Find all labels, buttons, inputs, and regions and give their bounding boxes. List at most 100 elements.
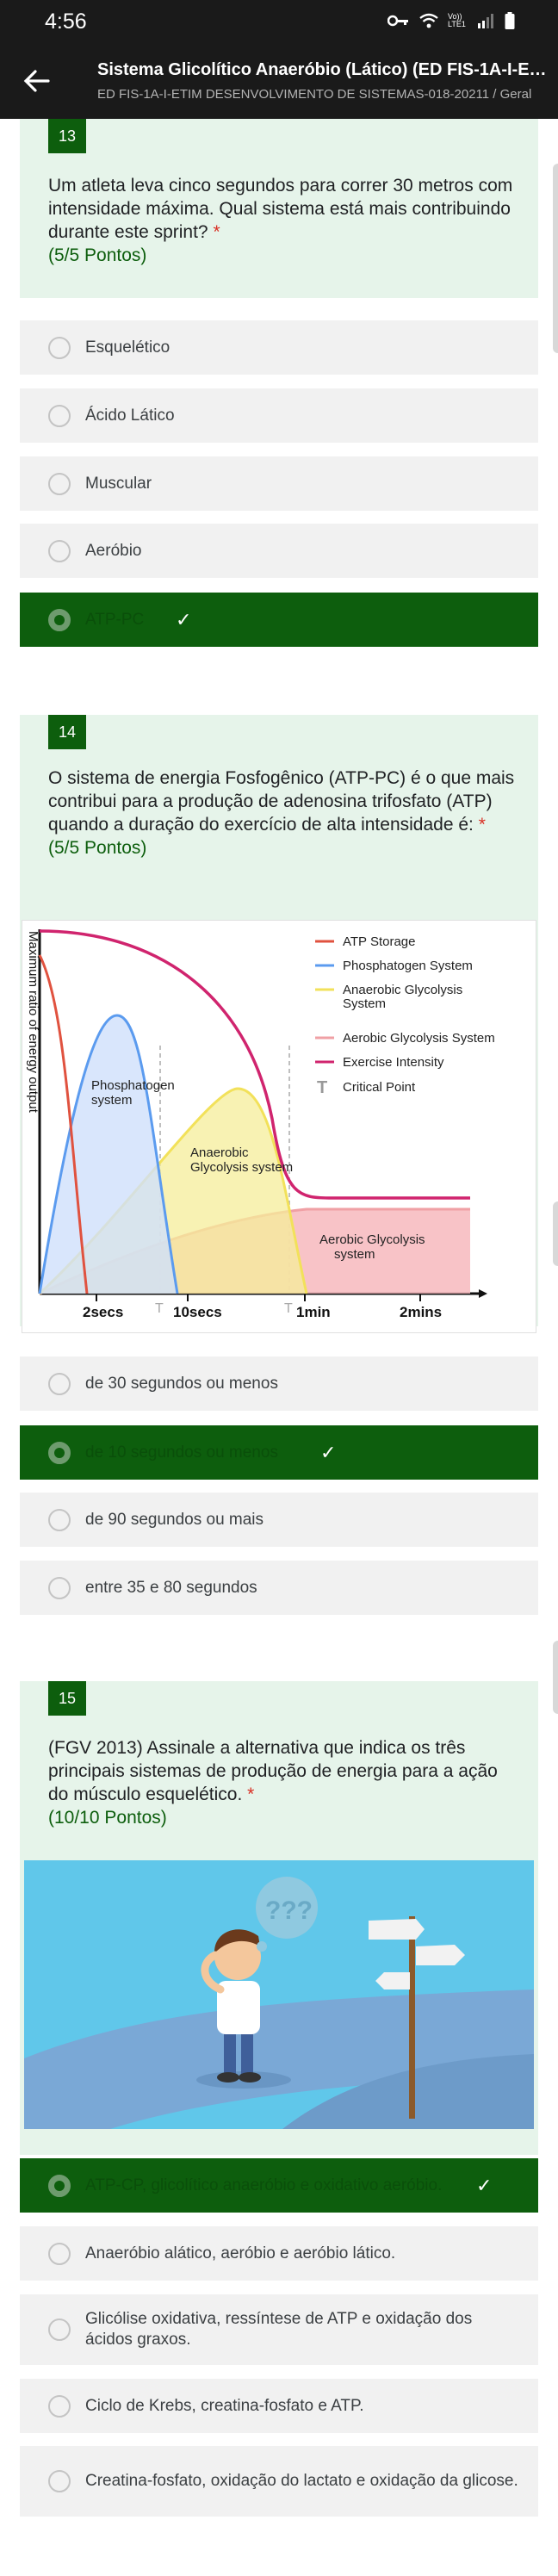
critical-point-marker: T — [284, 1301, 293, 1316]
area-label-line-2: system — [91, 1093, 133, 1108]
option-label: Muscular — [85, 474, 152, 493]
status-icons: Vo)) LTE1 — [388, 12, 515, 29]
scroll-edge-indicator — [553, 164, 558, 353]
question-illustration: ??? — [24, 1860, 534, 2129]
option-label: Ácido Lático — [85, 406, 175, 425]
option-glicolise-oxidativa[interactable]: Glicólise oxidativa, ressíntese de ATP e… — [20, 2294, 538, 2365]
option-selected-correct[interactable]: ATP-PC ✓ — [20, 593, 538, 647]
question-prompt: (FGV 2013) Assinale a alternativa que in… — [48, 1738, 498, 1804]
signpost-arrow — [369, 1919, 425, 1940]
person-shoe — [217, 2072, 239, 2083]
form-subtitle: ED FIS-1A-I-ETIM DESENVOLVIMENTO DE SIST… — [97, 87, 532, 102]
radio-button[interactable] — [48, 404, 71, 427]
network-label: Vo)) LTE1 — [448, 12, 466, 28]
option-label: de 30 segundos ou menos — [85, 1374, 278, 1393]
legend-entry: Phosphatogen System — [343, 959, 473, 973]
question-card-13: 13 Um atleta leva cinco segundos para co… — [20, 119, 538, 298]
option-label: ATP-PC — [85, 610, 145, 629]
option-label: Ciclo de Krebs, creatina-fosfato e ATP. — [85, 2396, 364, 2415]
person-shoe — [239, 2072, 261, 2083]
radio-button[interactable] — [48, 2394, 71, 2418]
question-number: 13 — [48, 119, 86, 153]
question-text: (FGV 2013) Assinale a alternativa que in… — [48, 1736, 522, 1829]
legend-entry: Anaerobic Glycolysis System — [343, 983, 462, 1011]
radio-button[interactable] — [48, 2470, 71, 2492]
option-label: Aeróbio — [85, 541, 142, 560]
legend-line-2: System — [343, 996, 386, 1011]
question-prompt: Um atleta leva cinco segundos para corre… — [48, 176, 513, 242]
x-tick-label: 10secs — [173, 1304, 222, 1320]
radio-button[interactable] — [48, 1508, 71, 1531]
question-text: Um atleta leva cinco segundos para corre… — [48, 174, 522, 267]
radio-button-selected[interactable] — [48, 2174, 71, 2197]
option-anaerobio-alatico[interactable]: Anaeróbio alático, aeróbio e aeróbio lát… — [20, 2226, 538, 2281]
check-icon: ✓ — [320, 1441, 337, 1463]
legend-line-1: Anaerobic Glycolysis — [343, 983, 462, 997]
signal-icon — [478, 14, 493, 28]
wifi-icon — [419, 13, 438, 28]
signpost-arrow — [416, 1945, 465, 1965]
x-tick-label: 2mins — [400, 1304, 442, 1320]
key-icon — [388, 15, 408, 27]
radio-button[interactable] — [48, 1576, 71, 1599]
option-label: ATP-CP, glicolítico anaeróbio e oxidativ… — [85, 2176, 443, 2194]
signpost-pole — [409, 1916, 415, 2119]
option-esqueletico[interactable]: Esquelético — [20, 320, 538, 375]
option-35-80-segundos[interactable]: entre 35 e 80 segundos — [20, 1561, 538, 1615]
option-ciclo-de-krebs[interactable]: Ciclo de Krebs, creatina-fosfato e ATP. — [20, 2379, 538, 2433]
y-axis-label: Maximum ratio of energy output — [26, 931, 40, 1114]
person-legs — [241, 2028, 253, 2076]
option-30-segundos[interactable]: de 30 segundos ou menos — [20, 1356, 538, 1411]
radio-button-selected[interactable] — [48, 1441, 71, 1464]
option-label: Creatina-fosfato, oxidação do lactato e … — [85, 2472, 518, 2490]
option-label: Glicólise oxidativa, ressíntese de ATP e… — [85, 2310, 473, 2349]
question-points: (5/5 Pontos) — [48, 838, 147, 858]
option-label: Esquelético — [85, 338, 170, 357]
radio-button[interactable] — [48, 472, 71, 495]
clock: 4:56 — [45, 9, 87, 34]
required-marker: * — [478, 815, 486, 835]
signpost-arrow — [375, 1972, 410, 1989]
question-marks: ??? — [265, 1896, 313, 1925]
app-bar: Sistema Glicolítico Anaeróbio (Lático) (… — [0, 45, 558, 119]
radio-button[interactable] — [48, 2318, 71, 2341]
radio-button[interactable] — [48, 539, 71, 562]
option-selected-correct[interactable]: de 10 segundos ou menos ✓ — [20, 1425, 538, 1480]
question-number: 15 — [48, 1681, 86, 1716]
question-number: 14 — [48, 715, 86, 749]
area-label-line-1: Aerobic Glycolysis — [319, 1232, 425, 1247]
scroll-edge-indicator — [553, 1641, 558, 1714]
legend-entry: Critical Point — [343, 1080, 416, 1095]
legend-entry: ATP Storage — [343, 934, 416, 949]
chart-svg: Maximum ratio of energy output 2secs 10s… — [26, 929, 495, 1320]
option-muscular[interactable]: Muscular — [20, 456, 538, 511]
option-aerobio[interactable]: Aeróbio — [20, 524, 538, 578]
option-creatina-fosfato[interactable]: Creatina-fosfato, oxidação do lactato e … — [20, 2446, 538, 2517]
scroll-edge-indicator — [553, 1201, 558, 1266]
radio-button[interactable] — [48, 336, 71, 359]
question-points: (5/5 Pontos) — [48, 245, 147, 265]
confused-person-crossroads-image: ??? — [24, 1877, 534, 2129]
option-acido-latico[interactable]: Ácido Lático — [20, 388, 538, 443]
critical-point-marker: T — [155, 1301, 164, 1316]
option-label: de 90 segundos ou mais — [85, 1510, 264, 1529]
option-selected-correct[interactable]: ATP-CP, glicolítico anaeróbio e oxidativ… — [20, 2158, 538, 2213]
question-points: (10/10 Pontos) — [48, 1808, 167, 1828]
option-label: de 10 segundos ou menos — [85, 1443, 278, 1462]
back-arrow-icon[interactable] — [19, 64, 53, 98]
radio-button[interactable] — [48, 1372, 71, 1395]
radio-button[interactable] — [48, 2242, 71, 2265]
option-label: Anaeróbio alático, aeróbio e aeróbio lát… — [85, 2244, 396, 2263]
area-label-line-1: Anaerobic — [190, 1145, 249, 1160]
form-title: Sistema Glicolítico Anaeróbio (Lático) (… — [97, 60, 554, 79]
required-marker: * — [247, 1785, 255, 1804]
area-label-line-1: Phosphatogen — [91, 1078, 175, 1093]
area-label-line-2: system — [334, 1247, 375, 1262]
radio-button-selected[interactable] — [48, 608, 71, 631]
energy-systems-chart: Maximum ratio of energy output 2secs 10s… — [22, 920, 536, 1333]
person-legs — [224, 2028, 236, 2076]
question-prompt: O sistema de energia Fosfogênico (ATP-PC… — [48, 768, 515, 835]
option-90-segundos[interactable]: de 90 segundos ou mais — [20, 1493, 538, 1547]
check-icon: ✓ — [176, 608, 192, 630]
option-label: entre 35 e 80 segundos — [85, 1578, 257, 1597]
